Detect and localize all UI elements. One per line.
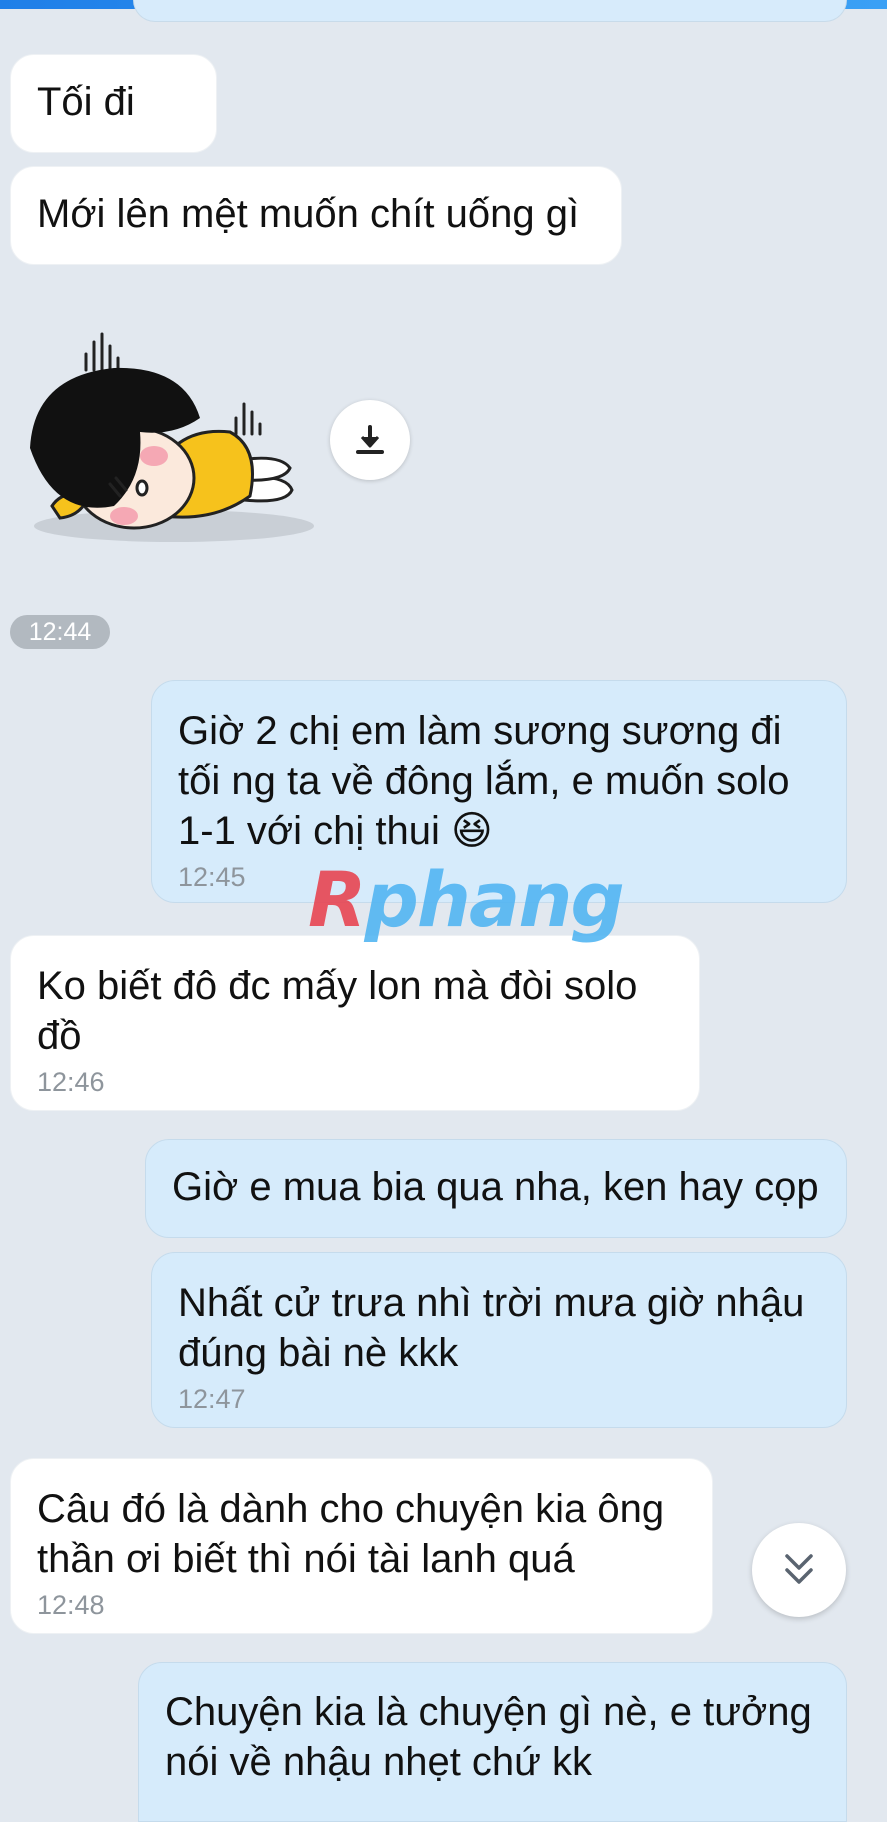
message-time: 12:46: [37, 1067, 105, 1097]
previous-message-bubble[interactable]: [133, 0, 847, 22]
time-chip: 12:44: [10, 615, 110, 649]
message-text: Tối đi: [37, 80, 135, 124]
message-text: Giờ e mua bia qua nha, ken hay cọp: [172, 1165, 819, 1209]
message-time: 12:48: [37, 1590, 105, 1620]
scroll-to-bottom-button[interactable]: [752, 1523, 846, 1617]
chevrons-down-icon: [785, 1554, 813, 1584]
message-text: Nhất cử trưa nhì trời mưa giờ nhậu đúng …: [178, 1281, 805, 1375]
message-bubble-incoming[interactable]: Mới lên mệt muốn chít uống gì: [10, 166, 622, 265]
download-button[interactable]: [330, 400, 410, 480]
laughing-emoji: 😆: [451, 809, 493, 853]
message-bubble-outgoing[interactable]: Giờ e mua bia qua nha, ken hay cọp: [145, 1139, 847, 1238]
message-bubble-incoming[interactable]: Tối đi: [10, 54, 217, 153]
message-bubble-incoming[interactable]: Ko biết đô đc mấy lon mà đòi solo đồ 12:…: [10, 935, 700, 1111]
message-text: Câu đó là dành cho chuyện kia ông thần ơ…: [37, 1487, 665, 1581]
message-bubble-outgoing[interactable]: Nhất cử trưa nhì trời mưa giờ nhậu đúng …: [151, 1252, 847, 1428]
download-icon: [356, 425, 384, 454]
sticker-tired-kid[interactable]: [24, 328, 314, 558]
message-time: 12:47: [178, 1384, 246, 1414]
message-bubble-outgoing[interactable]: Chuyện kia là chuyện gì nè, e tưởng nói …: [138, 1662, 847, 1822]
message-text: Ko biết đô đc mấy lon mà đòi solo đồ: [37, 964, 638, 1058]
message-bubble-incoming[interactable]: Câu đó là dành cho chuyện kia ông thần ơ…: [10, 1458, 713, 1634]
watermark-logo: Rphang: [308, 855, 625, 944]
message-text: Giờ 2 chị em làm sương sương đi tối ng t…: [178, 709, 790, 853]
message-text: Chuyện kia là chuyện gì nè, e tưởng nói …: [165, 1690, 812, 1784]
message-text: Mới lên mệt muốn chít uống gì: [37, 192, 580, 236]
